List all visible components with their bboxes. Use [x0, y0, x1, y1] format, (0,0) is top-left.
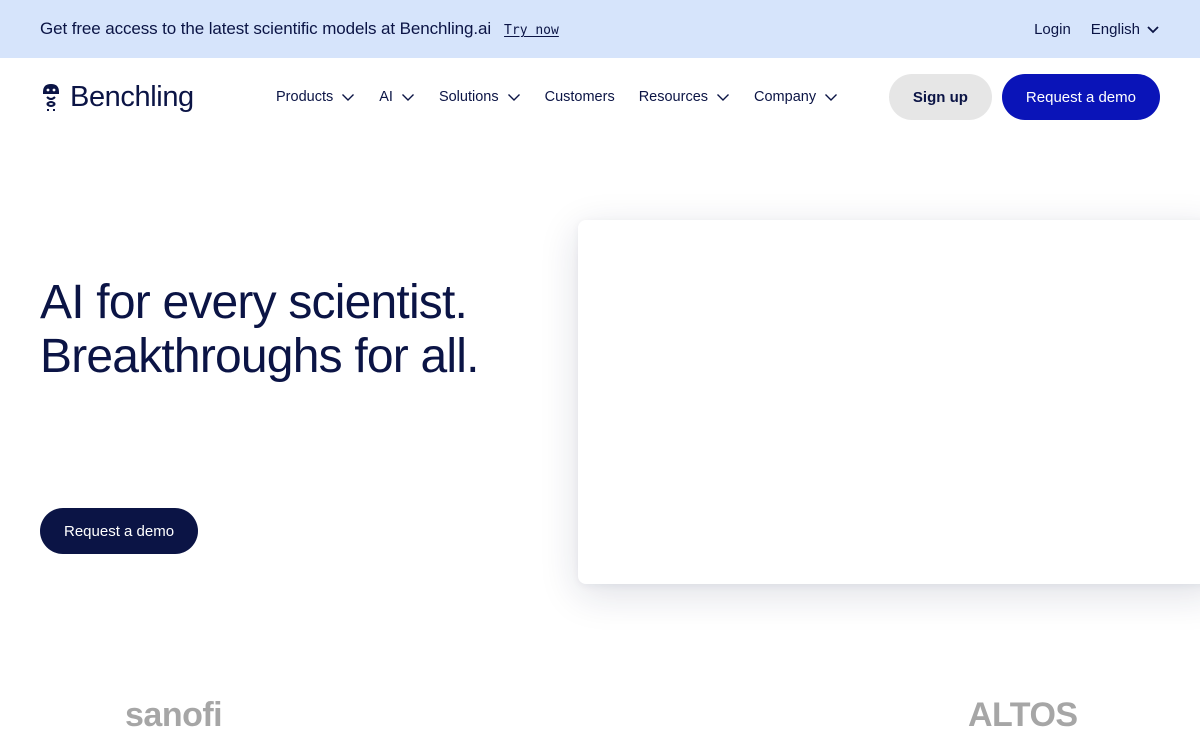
- nav-item-resources[interactable]: Resources: [639, 89, 730, 105]
- announcement-actions: Login English: [1034, 21, 1160, 38]
- sign-up-button[interactable]: Sign up: [888, 74, 992, 120]
- language-label: English: [1090, 20, 1140, 38]
- chevron-down-icon: [342, 94, 355, 101]
- chevron-down-icon: [1147, 26, 1159, 34]
- announcement-text: Get free access to the latest scientific…: [40, 19, 492, 38]
- logo-wordmark: Benchling: [70, 80, 194, 113]
- chevron-down-icon: [717, 94, 730, 101]
- try-now-link[interactable]: Try now: [504, 23, 559, 38]
- altos-logo: ALTOS: [968, 696, 1078, 734]
- chevron-down-icon: [507, 94, 520, 101]
- chevron-down-icon: [401, 94, 414, 101]
- nav-item-customers[interactable]: Customers: [545, 89, 615, 105]
- hero-title: AI for every scientist. Breakthroughs fo…: [40, 276, 479, 384]
- nav-menu: Products AI Solutions Customers Resource…: [276, 58, 862, 136]
- announcement-content: Get free access to the latest scientific…: [40, 19, 559, 39]
- nav-item-products[interactable]: Products: [276, 89, 355, 105]
- nav-item-label: Company: [754, 89, 817, 105]
- sanofi-logo: sanofi: [125, 696, 223, 734]
- hero-title-line-1: AI for every scientist.: [40, 276, 468, 329]
- main-nav: Benchling Products AI Solutions Customer…: [0, 58, 1200, 136]
- nav-item-label: Resources: [638, 89, 709, 105]
- login-link[interactable]: Login: [1034, 21, 1071, 38]
- nav-actions: Sign up Request a demo: [888, 74, 1160, 120]
- nav-item-label: Customers: [544, 89, 615, 105]
- nav-item-ai[interactable]: AI: [379, 89, 415, 105]
- hero-request-demo-button[interactable]: Request a demo: [40, 508, 199, 554]
- nav-item-label: Products: [276, 89, 334, 105]
- hero-media-card: [578, 220, 1200, 584]
- request-demo-button[interactable]: Request a demo: [1001, 74, 1160, 120]
- language-selector[interactable]: English: [1091, 21, 1160, 38]
- nav-item-label: AI: [379, 89, 393, 105]
- page: Get free access to the latest scientific…: [0, 0, 1200, 750]
- hero-title-line-2: Breakthroughs for all.: [40, 330, 479, 383]
- nav-item-label: Solutions: [438, 89, 499, 105]
- benchling-logo[interactable]: Benchling: [40, 81, 194, 114]
- announcement-bar: Get free access to the latest scientific…: [0, 0, 1200, 58]
- nav-item-solutions[interactable]: Solutions: [439, 89, 521, 105]
- nav-item-company[interactable]: Company: [754, 89, 838, 105]
- benchling-mascot-icon: [43, 84, 59, 111]
- chevron-down-icon: [825, 94, 838, 101]
